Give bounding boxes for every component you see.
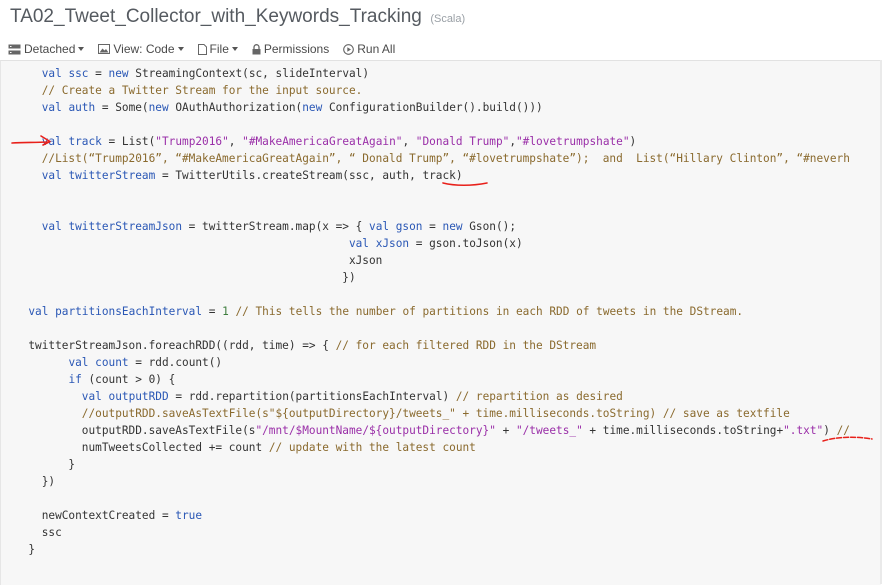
code-line: //outputRDD.saveAsTextFile(s"${outputDir…: [81, 407, 790, 420]
code-line: if (count > 0) {: [68, 373, 176, 386]
chevron-down-icon: [231, 47, 238, 51]
file-label: File: [209, 42, 229, 56]
code-line: }): [15, 475, 56, 488]
code-line: xJson: [15, 254, 383, 267]
permissions-button[interactable]: Permissions: [252, 42, 329, 56]
play-circle-icon: [343, 43, 355, 55]
chevron-down-icon: [177, 47, 184, 51]
notebook-toolbar: Detached View: Code File Permissions Run…: [8, 40, 409, 58]
code-line: newContextCreated = true: [15, 509, 203, 522]
run-all-button[interactable]: Run All: [343, 42, 395, 56]
file-menu[interactable]: File: [197, 42, 238, 56]
code-line: //List(“Trump2016”, “#MakeAmericaGreatAg…: [41, 152, 850, 165]
view-label: View: Code: [113, 42, 175, 56]
code-lines: val ssc = new StreamingContext(sc, slide…: [1, 65, 881, 558]
view-menu[interactable]: View: Code: [98, 42, 184, 56]
notebook-title[interactable]: TA02_Tweet_Collector_with_Keywords_Track…: [10, 6, 422, 27]
image-icon: [98, 44, 111, 54]
code-line: ssc: [15, 526, 62, 539]
cluster-icon: [8, 44, 21, 54]
code-line: }: [15, 458, 76, 471]
chevron-down-icon: [78, 47, 85, 51]
code-line: val partitionsEachInterval = 1 // This t…: [28, 305, 744, 318]
detached-menu[interactable]: Detached: [8, 42, 85, 56]
notebook-title-bar: TA02_Tweet_Collector_with_Keywords_Track…: [10, 6, 465, 32]
code-line: numTweetsCollected += count // update wi…: [15, 441, 476, 454]
detached-label: Detached: [24, 42, 76, 56]
code-line: val outputRDD = rdd.repartition(partitio…: [81, 390, 623, 403]
lock-icon: [252, 43, 261, 54]
code-line: // Create a Twitter Stream for the input…: [41, 84, 363, 97]
code-editor[interactable]: val ssc = new StreamingContext(sc, slide…: [0, 60, 881, 585]
code-line: outputRDD.saveAsTextFile(s"/mnt/$MountNa…: [15, 424, 850, 437]
code-line: val ssc = new StreamingContext(sc, slide…: [41, 67, 370, 80]
code-line: }: [15, 543, 36, 556]
code-line: val xJson = gson.toJson(x): [348, 237, 523, 250]
code-line: val twitterStream = TwitterUtils.createS…: [41, 169, 463, 182]
code-line: twitterStreamJson.foreachRDD((rdd, time)…: [15, 339, 597, 352]
permissions-label: Permissions: [263, 42, 330, 56]
code-line: val twitterStreamJson = twitterStream.ma…: [41, 220, 516, 233]
code-line: val track = List("Trump2016", "#MakeAmer…: [41, 135, 637, 148]
run-all-label: Run All: [357, 42, 396, 56]
code-line: val count = rdd.count(): [68, 356, 223, 369]
file-icon: [197, 43, 207, 55]
code-line: val auth = Some(new OAuthAuthorization(n…: [41, 101, 543, 114]
notebook-language: (Scala): [430, 13, 466, 25]
code-line: }): [15, 271, 356, 284]
